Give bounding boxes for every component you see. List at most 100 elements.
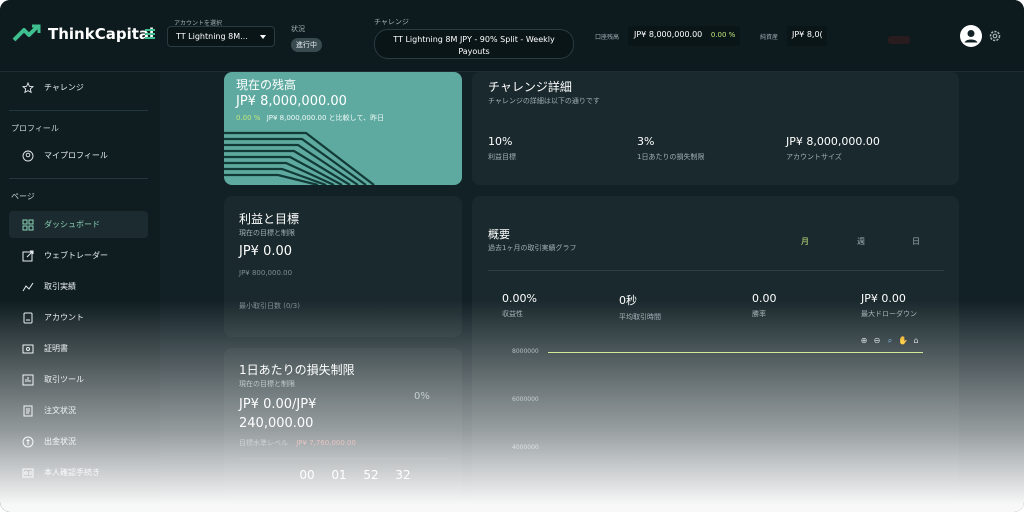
card-title: 概要 [488,228,510,241]
timer-days: 00 [299,468,315,482]
brand-logo[interactable]: ThinkCapital [12,22,154,46]
sidebar-item-label: 証明書 [44,344,68,353]
sidebar-item-account[interactable]: アカウント [9,304,148,331]
profit-target-card: 利益と目標 現在の目標と制限 JP¥ 0.00 JP¥ 800,000.00 最… [224,196,462,337]
user-icon [964,30,978,43]
section-pages: ページ [11,192,35,201]
sidebar-item-label: 本人確認手続き [44,468,100,477]
star-icon [22,81,34,93]
challenge-label: チャレンジ [374,18,409,26]
section-profile: プロフィール [11,124,59,133]
equity-series-line [548,352,923,353]
stat-label: 利益目標 [488,153,516,161]
certificate-icon [22,344,34,353]
sidebar-item-challenge[interactable]: チャレンジ [9,74,148,101]
card-subtitle: 現在の目標と制限 [239,229,295,237]
balance-pct: 0.00 % [710,31,736,39]
loss-pct: 0% [414,391,430,402]
stat-label: アカウントサイズ [786,153,842,161]
stat-win-rate: 0.00 勝率 [752,292,777,319]
daily-loss-card: 1日あたりの損失制限 現在の目標と制限 JP¥ 0.00/JP¥ 240,000… [224,348,462,498]
gear-icon[interactable] [988,29,1002,43]
profile-icon [22,150,34,161]
sidebar-item-certificate[interactable]: 証明書 [9,335,148,362]
card-title: 利益と目標 [239,212,300,226]
sidebar-item-label: 出金状況 [44,437,76,446]
sidebar-item-webtrader[interactable]: ウェブトレーダー [9,242,148,269]
card-subtitle: チャレンジの詳細は以下の通りです [488,97,600,105]
sidebar-divider [9,178,148,179]
sidebar-item-label: 注文状況 [44,406,76,415]
balance-change-pct: 0.00 % [236,114,261,122]
balance-compare-text: JP¥ 8,000,000.00 と比較して、昨日 [266,114,385,122]
tools-icon [22,374,34,385]
sidebar-item-trading-tools[interactable]: 取引ツール [9,366,148,393]
sidebar-item-withdrawals[interactable]: 出金状況 [9,428,148,455]
sidebar-item-my-profile[interactable]: マイプロフィール [9,142,148,169]
sidebar-item-kyc[interactable]: 本人確認手続き [9,459,148,486]
stat-value: 0.00% [502,292,537,305]
stat-value: 10% [488,135,513,148]
account-select-value: TT Lightning 8M... [176,32,248,41]
stat-value: JP¥ 8,000,000.00 [786,135,880,148]
zoom-in-icon[interactable]: ⊕ [859,336,869,346]
stat-value: 0.00 [752,292,777,305]
avatar[interactable] [960,25,982,47]
sidebar-item-label: マイプロフィール [44,151,108,160]
card-title: 1日あたりの損失制限 [239,363,355,377]
sidebar-item-label: チャレンジ [44,83,84,92]
tab-day[interactable]: 日 [912,236,920,247]
account-icon [23,312,33,323]
sidebar-item-trade-history[interactable]: 取引実績 [9,273,148,300]
stat-value: 0秒 [619,294,637,307]
sidebar-item-label: 取引実績 [44,282,76,291]
magnifier-icon[interactable]: ⌕ [885,336,895,346]
logo-mark-icon [12,24,41,42]
stat-label: 収益性 [502,310,523,318]
countdown-timer: 00 01 52 32 [296,468,414,482]
sidebar-item-label: アカウント [44,313,84,322]
status-badge: 進行中 [291,38,322,52]
challenge-name: TT Lightning 8M JPY - 90% Split - Weekly… [374,29,574,59]
chart-toolbar: ⊕ ⊖ ⌕ ✋ ⌂ [859,336,921,346]
tab-week[interactable]: 週 [857,236,865,247]
withdraw-icon [22,436,34,447]
balance-box: JP¥ 8,000,000.00 0.00 % [628,26,740,46]
target-level: 目標水準レベル JP¥ 7,760,000.00 [239,438,356,448]
y-tick-label: 6000000 [512,396,539,403]
id-icon [22,468,34,477]
decorative-stripes [224,131,375,185]
target-level-label: 目標水準レベル [239,439,288,447]
stat-value: 3% [637,135,655,148]
home-icon[interactable]: ⌂ [911,336,921,346]
timer-minutes: 52 [363,468,379,482]
sidebar-item-orders[interactable]: 注文状況 [9,397,148,424]
timer-hours: 01 [331,468,347,482]
card-subtitle: 過去1ヶ月の取引実績グラフ [488,244,577,252]
stat-account-size: JP¥ 8,000,000.00 アカウントサイズ [786,135,880,162]
card-title: 現在の残高 [236,78,297,92]
chart-line-icon [22,282,34,291]
card-subtitle: 現在の目標と制限 [239,380,295,388]
balance-compare: 0.00 % JP¥ 8,000,000.00 と比較して、昨日 [236,113,384,123]
caret-down-icon [260,35,266,39]
stat-avg-trade-time: 0秒 平均取引時間 [619,292,661,322]
stat-label: 最大ドローダウン [861,310,917,318]
equity-value: JP¥ 8,0( [787,26,827,46]
ghost-badge [888,36,910,44]
pan-hand-icon[interactable]: ✋ [898,336,908,346]
sidebar-item-dashboard[interactable]: ダッシュボード [9,211,148,238]
app-window: ThinkCapital アカウントを選択 TT Lightning 8M...… [0,0,1024,512]
y-tick-label: 8000000 [512,348,539,355]
zoom-out-icon[interactable]: ⊖ [872,336,882,346]
tab-month[interactable]: 月 [801,236,809,247]
card-divider [488,270,944,271]
current-balance-card: 現在の残高 JP¥ 8,000,000.00 0.00 % JP¥ 8,000,… [224,72,462,185]
profit-target-value: JP¥ 800,000.00 [239,269,293,277]
sidebar-item-label: 取引ツール [44,375,84,384]
balance-value: JP¥ 8,000,000.00 [634,30,703,39]
menu-icon[interactable] [145,29,157,39]
status-label: 状況 [291,25,305,33]
stat-label: 1日あたりの損失制限 [637,153,705,161]
account-select[interactable]: TT Lightning 8M... [167,26,275,47]
